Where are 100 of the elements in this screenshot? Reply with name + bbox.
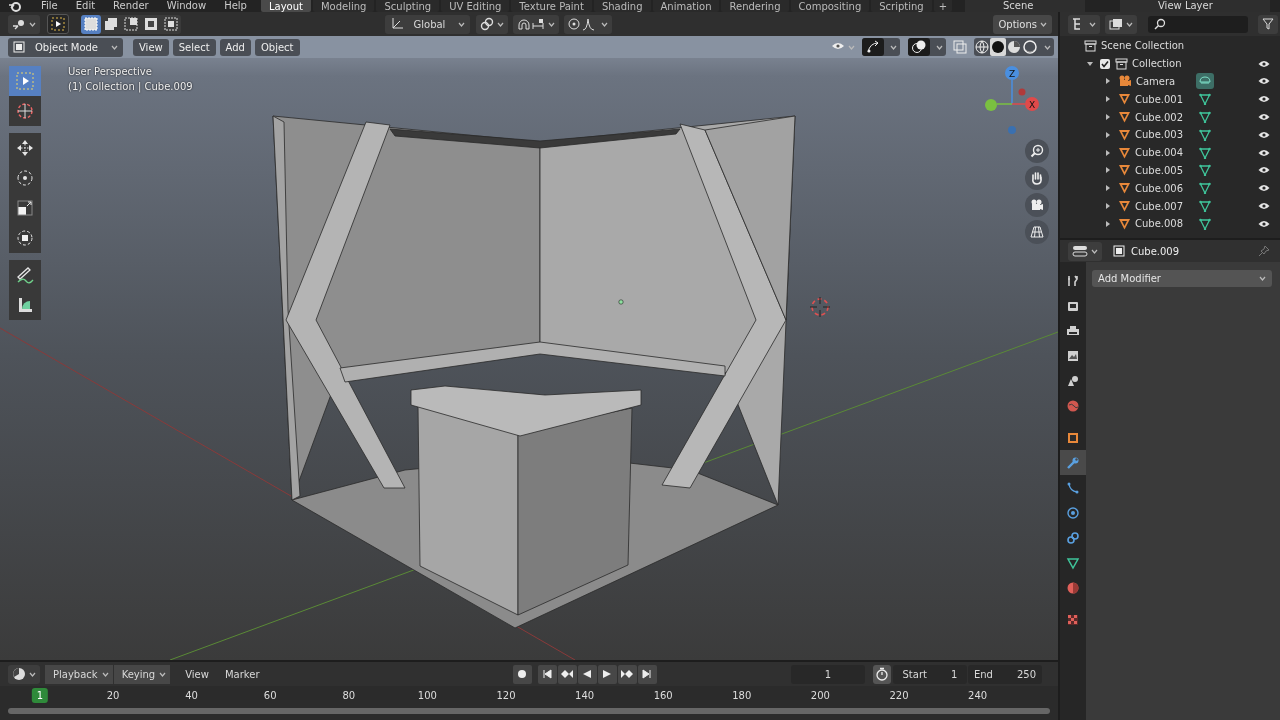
frame-number[interactable]: 60 — [258, 688, 282, 703]
workspace-tab[interactable]: Compositing — [790, 0, 870, 12]
proportional-edit-button[interactable] — [564, 14, 613, 34]
eye-icon[interactable] — [1258, 130, 1270, 139]
viewport-menu[interactable]: Object — [254, 38, 300, 56]
frame-number[interactable]: 120 — [491, 688, 521, 703]
pin-icon[interactable] — [1258, 245, 1270, 257]
projection-button[interactable] — [1025, 220, 1049, 244]
frame-number[interactable]: 220 — [884, 688, 914, 703]
viewport-menu[interactable]: View — [133, 38, 169, 56]
outliner-item[interactable]: Cube.003 — [1135, 129, 1195, 141]
frame-number[interactable]: 240 — [963, 688, 993, 703]
workspace-tab[interactable]: Texture Paint — [511, 0, 592, 12]
xray-toggle[interactable] — [950, 38, 970, 56]
camera-data-icon[interactable] — [1196, 73, 1214, 90]
outliner-item[interactable]: Collection — [1132, 58, 1192, 70]
mesh-data-icon[interactable] — [1199, 182, 1211, 195]
jump-start-button[interactable] — [537, 664, 557, 684]
collapsed-arrow-icon[interactable] — [1104, 95, 1112, 104]
workspace-tab[interactable]: Scripting — [871, 0, 932, 12]
camera-view-button[interactable] — [1025, 193, 1049, 217]
checkbox[interactable] — [1100, 58, 1110, 69]
search-field[interactable] — [1148, 15, 1248, 33]
options-dropdown[interactable]: Options — [993, 14, 1052, 34]
eye-icon[interactable] — [1258, 59, 1270, 68]
tool-button[interactable] — [9, 223, 41, 253]
eye-icon[interactable] — [1258, 95, 1270, 104]
start-frame-field[interactable]: Start 1 — [892, 664, 967, 684]
tool-button[interactable] — [9, 133, 41, 163]
current-frame-field[interactable]: 1 — [790, 664, 865, 684]
editor-type-button[interactable] — [1068, 14, 1100, 34]
mesh-data-icon[interactable] — [1199, 111, 1211, 124]
filter-button[interactable] — [1258, 14, 1278, 34]
outliner-item[interactable]: Cube.006 — [1135, 182, 1195, 194]
frame-number[interactable]: 1 — [31, 688, 49, 703]
editor-type-button[interactable] — [8, 664, 40, 684]
next-keyframe-button[interactable] — [617, 664, 637, 684]
selection-mode-button[interactable] — [121, 14, 141, 34]
play-button[interactable] — [597, 664, 617, 684]
outliner-item[interactable]: Cube.005 — [1135, 164, 1195, 176]
viewport-menu[interactable]: Select — [172, 38, 216, 56]
mode-dropdown[interactable]: Object Mode — [8, 37, 123, 57]
collapsed-arrow-icon[interactable] — [1104, 219, 1112, 228]
axis-gizmo[interactable] — [985, 66, 1039, 134]
snap-button[interactable] — [513, 14, 560, 34]
eye-icon[interactable] — [1258, 148, 1270, 157]
eye-icon[interactable] — [1258, 184, 1270, 193]
previous-keyframe-button[interactable] — [557, 664, 577, 684]
frame-number[interactable]: 160 — [648, 688, 678, 703]
workspace-tab[interactable]: Layout — [260, 0, 311, 12]
3d-viewport[interactable]: Z X Object Mode View Select Add Object User Perspective (1) Collection | Cube.009 — [0, 36, 1058, 660]
select-tool-button[interactable] — [47, 14, 69, 34]
eye-icon[interactable] — [1258, 166, 1270, 175]
shading-button[interactable] — [974, 38, 990, 56]
add-workspace-button[interactable]: + — [933, 0, 953, 12]
outliner-item[interactable]: Cube.001 — [1135, 93, 1195, 105]
frame-number[interactable]: 180 — [727, 688, 757, 703]
scene-field[interactable]: Scene — [965, 0, 1085, 12]
pan-button[interactable] — [1025, 166, 1049, 190]
workspace-tab[interactable]: Rendering — [721, 0, 789, 12]
eye-icon[interactable] — [1258, 219, 1270, 228]
booth-model-drawing[interactable] — [272, 115, 796, 629]
eye-icon[interactable] — [1258, 113, 1270, 122]
editor-type-button[interactable] — [8, 14, 40, 34]
frame-number[interactable]: 100 — [412, 688, 442, 703]
collapsed-arrow-icon[interactable] — [1104, 166, 1112, 175]
collapsed-arrow-icon[interactable] — [1104, 202, 1112, 211]
outliner-item[interactable]: Cube.008 — [1135, 218, 1195, 230]
workspace-tab[interactable]: Animation — [652, 0, 720, 12]
editor-type-button[interactable] — [1068, 241, 1102, 261]
display-mode-button[interactable] — [1105, 14, 1137, 34]
frame-number[interactable]: 20 — [101, 688, 125, 703]
add-modifier-dropdown[interactable]: Add Modifier — [1092, 270, 1272, 287]
view-layer-field[interactable]: View Layer — [1120, 0, 1270, 12]
workspace-tab[interactable]: Shading — [593, 0, 651, 12]
timeline-menu[interactable]: Marker — [216, 664, 268, 684]
overlay-toggle[interactable] — [908, 38, 930, 56]
eye-icon[interactable] — [1258, 77, 1270, 86]
mesh-data-icon[interactable] — [1199, 146, 1211, 159]
outliner-item[interactable]: Scene Collection — [1101, 40, 1185, 52]
menu-item[interactable]: Window — [157, 0, 216, 12]
mesh-data-icon[interactable] — [1199, 217, 1211, 230]
gizmo-toggle[interactable] — [862, 38, 884, 56]
eye-icon[interactable] — [1258, 202, 1270, 211]
mesh-data-icon[interactable] — [1199, 164, 1211, 177]
collapsed-arrow-icon[interactable] — [1104, 113, 1112, 122]
collapsed-arrow-icon[interactable] — [1104, 77, 1112, 86]
timeline-menu[interactable]: View — [177, 664, 217, 684]
workspace-tab[interactable]: Modeling — [312, 0, 375, 12]
frame-number[interactable]: 140 — [570, 688, 600, 703]
collapsed-arrow-icon[interactable] — [1104, 184, 1112, 193]
expanded-arrow-icon[interactable] — [1086, 59, 1094, 68]
selection-mode-button[interactable] — [81, 14, 101, 34]
timeline-dropdown[interactable]: Keying — [113, 664, 171, 684]
workspace-tab[interactable]: UV Editing — [441, 0, 510, 12]
orientation-dropdown[interactable]: Global — [384, 14, 471, 34]
zoom-button[interactable] — [1025, 139, 1049, 163]
mesh-data-icon[interactable] — [1199, 128, 1211, 141]
outliner-item[interactable]: Cube.004 — [1135, 147, 1195, 159]
record-button[interactable] — [512, 664, 532, 684]
